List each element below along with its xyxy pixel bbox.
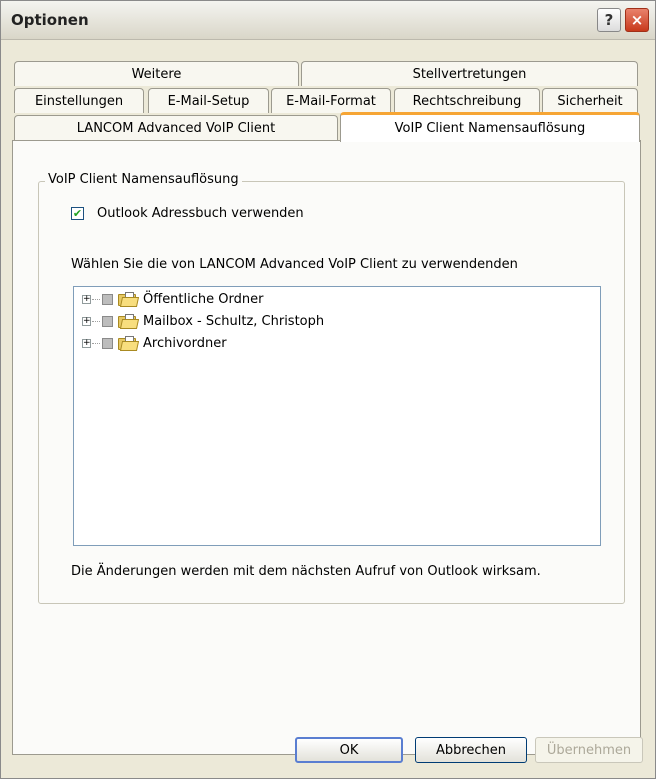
tree-item-mailbox[interactable]: + Mailbox - Schultz, Christoph bbox=[82, 311, 324, 331]
mail-folder-icon bbox=[117, 335, 140, 351]
mail-folder-icon bbox=[117, 313, 140, 329]
group-legend: VoIP Client Namensauflösung bbox=[45, 172, 242, 187]
tab-voip-client-namensaufloesung[interactable]: VoIP Client Namensauflösung bbox=[340, 112, 640, 142]
tab-rechtschreibung[interactable]: Rechtschreibung bbox=[394, 88, 540, 113]
tab-email-format[interactable]: E-Mail-Format bbox=[271, 88, 391, 113]
expand-icon[interactable]: + bbox=[82, 316, 91, 326]
tab-stellvertretungen[interactable]: Stellvertretungen bbox=[301, 61, 638, 86]
options-dialog: Optionen ? × Weitere Stellvertretungen E… bbox=[0, 0, 656, 779]
tree-item-label: Archivordner bbox=[143, 335, 227, 351]
folder-checkbox[interactable] bbox=[102, 293, 113, 305]
tree-item-archivordner[interactable]: + Archivordner bbox=[82, 333, 227, 353]
tree-connector bbox=[92, 298, 100, 300]
tab-email-setup[interactable]: E-Mail-Setup bbox=[148, 88, 269, 113]
mail-folder-icon bbox=[117, 291, 140, 307]
tree-item-label: Mailbox - Schultz, Christoph bbox=[143, 313, 325, 329]
outlook-addressbook-checkbox[interactable]: ✔ bbox=[71, 207, 84, 220]
tab-sicherheit[interactable]: Sicherheit bbox=[542, 88, 638, 113]
folder-checkbox[interactable] bbox=[102, 337, 113, 349]
tab-einstellungen[interactable]: Einstellungen bbox=[14, 88, 144, 113]
tab-weitere[interactable]: Weitere bbox=[14, 61, 299, 86]
title-bar: Optionen ? × bbox=[1, 1, 655, 40]
tree-connector bbox=[92, 320, 100, 322]
tree-connector bbox=[92, 342, 100, 344]
restart-note: Die Änderungen werden mit dem nächsten A… bbox=[71, 564, 541, 579]
window-title: Optionen bbox=[11, 11, 89, 29]
apply-button[interactable]: Übernehmen bbox=[535, 737, 643, 763]
help-button[interactable]: ? bbox=[597, 8, 621, 32]
tree-item-label: Öffentliche Ordner bbox=[143, 291, 264, 307]
tab-lancom-advanced-voip-client[interactable]: LANCOM Advanced VoIP Client bbox=[14, 115, 338, 141]
close-button[interactable]: × bbox=[625, 8, 649, 32]
cancel-button[interactable]: Abbrechen bbox=[415, 737, 527, 763]
expand-icon[interactable]: + bbox=[82, 338, 91, 348]
folder-tree[interactable]: + Öffentliche Ordner + Mailbox - Schultz… bbox=[73, 286, 601, 546]
folder-selection-description: Wählen Sie die von LANCOM Advanced VoIP … bbox=[71, 257, 518, 272]
tree-item-oeffentliche-ordner[interactable]: + Öffentliche Ordner bbox=[82, 289, 263, 309]
expand-icon[interactable]: + bbox=[82, 294, 91, 304]
folder-checkbox[interactable] bbox=[102, 315, 113, 327]
ok-button[interactable]: OK bbox=[295, 737, 403, 763]
outlook-addressbook-label[interactable]: Outlook Adressbuch verwenden bbox=[97, 206, 304, 221]
